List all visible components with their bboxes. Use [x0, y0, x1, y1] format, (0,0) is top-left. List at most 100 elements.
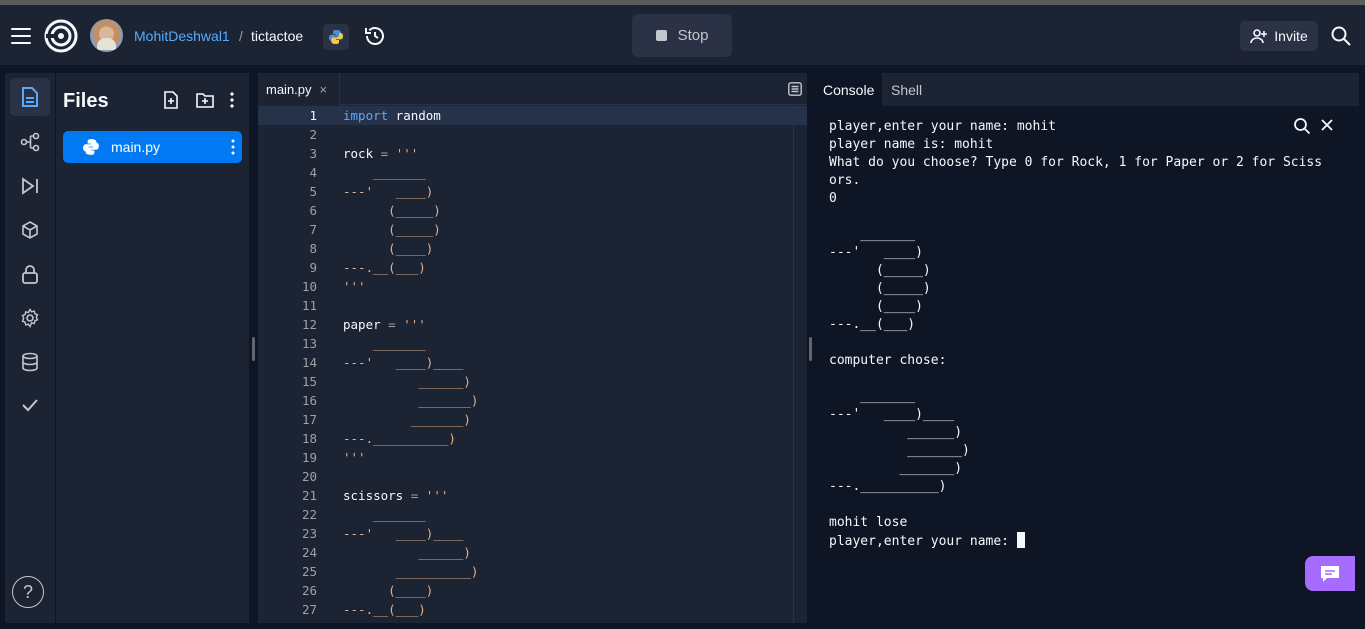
console-pane: Console Shell player,enter your name: mo… [815, 73, 1359, 623]
line-number: 13 [301, 336, 317, 351]
line-number: 8 [309, 241, 317, 256]
code-line[interactable]: 11 [258, 296, 807, 315]
invite-button[interactable]: Invite [1240, 21, 1318, 51]
file-item-main-py[interactable]: main.py [63, 131, 242, 163]
sidebar-item-packages[interactable] [10, 211, 50, 249]
console-output: player,enter your name: mohit player nam… [829, 118, 1322, 551]
tab-main-py[interactable]: main.py × [258, 73, 340, 106]
sidebar-item-files[interactable] [10, 78, 50, 116]
code-area[interactable]: 1 import random 2 3 rock = ''' 4 _______ 5 ---'… [258, 106, 807, 619]
code-line[interactable]: 25 __________) [258, 562, 807, 581]
code-line[interactable]: 10 ''' [258, 277, 807, 296]
line-number: 23 [301, 526, 317, 541]
code-text: ---' ____)____ [343, 526, 464, 541]
code-line[interactable]: 5 ---' ____) [258, 182, 807, 201]
editor-menu-icon[interactable] [788, 82, 802, 96]
code-line[interactable]: 21 scissors = ''' [258, 486, 807, 505]
line-number: 5 [309, 184, 317, 199]
code-line[interactable]: 3 rock = ''' [258, 144, 807, 163]
console-clear-icon[interactable] [1319, 117, 1335, 133]
invite-label: Invite [1274, 28, 1308, 44]
code-line[interactable]: 24 ______) [258, 543, 807, 562]
stop-button[interactable]: Stop [632, 14, 732, 57]
line-number: 11 [301, 298, 317, 313]
code-text: (____) [343, 241, 434, 256]
code-text: _______) [343, 393, 479, 408]
avatar[interactable] [90, 19, 123, 52]
code-line[interactable]: 2 [258, 125, 807, 144]
console-text: player,enter your name: mohit player nam… [829, 119, 1323, 549]
search-icon[interactable] [1330, 25, 1352, 47]
username-link[interactable]: MohitDeshwal1 [134, 28, 230, 44]
help-button[interactable]: ? [12, 576, 44, 608]
line-number: 25 [301, 564, 317, 579]
package-icon [22, 221, 38, 239]
code-line[interactable]: 17 _______) [258, 410, 807, 429]
tab-shell[interactable]: Shell [883, 73, 930, 106]
sidebar-item-tests[interactable] [10, 386, 50, 424]
file-name: main.py [111, 139, 161, 155]
code-line[interactable]: 7 (_____) [258, 220, 807, 239]
file-options-icon[interactable] [230, 138, 236, 156]
replit-logo-icon[interactable] [44, 19, 78, 53]
line-number: 7 [309, 222, 317, 237]
code-line[interactable]: 12 paper = ''' [258, 315, 807, 334]
chat-button[interactable] [1305, 556, 1355, 591]
code-line[interactable]: 15 ______) [258, 372, 807, 391]
code-text: (____) [343, 583, 434, 598]
code-line[interactable]: 13 _______ [258, 334, 807, 353]
line-number: 24 [301, 545, 317, 560]
line-number: 21 [301, 488, 317, 503]
code-line[interactable]: 23 ---' ____)____ [258, 524, 807, 543]
sidebar-item-secrets[interactable] [10, 255, 50, 293]
code-line[interactable]: 19 ''' [258, 448, 807, 467]
code-line[interactable]: 22 _______ [258, 505, 807, 524]
check-icon [22, 399, 38, 412]
code-line[interactable]: 18 ---.__________) [258, 429, 807, 448]
code-line[interactable]: 4 _______ [258, 163, 807, 182]
code-line[interactable]: 1 import random [258, 106, 807, 125]
code-line[interactable]: 20 [258, 467, 807, 486]
history-icon[interactable] [363, 24, 387, 48]
new-file-icon[interactable] [161, 90, 181, 110]
code-line[interactable]: 6 (_____) [258, 201, 807, 220]
editor-scrollbar-divider [793, 106, 794, 623]
code-text: __________) [343, 564, 479, 579]
sidebar-item-database[interactable] [10, 343, 50, 381]
line-number: 12 [301, 317, 317, 332]
chat-icon [1321, 565, 1339, 582]
sidebar-item-settings[interactable] [10, 299, 50, 337]
line-number: 2 [309, 127, 317, 142]
line-number: 27 [301, 602, 317, 617]
console-search-icon[interactable] [1293, 117, 1311, 135]
repl-name[interactable]: tictactoe [251, 28, 303, 44]
code-line[interactable]: 14 ---' ____)____ [258, 353, 807, 372]
code-line[interactable]: 27 ---.__(___) [258, 600, 807, 619]
more-options-icon[interactable] [222, 90, 242, 110]
workspace-header: MohitDeshwal1 / tictactoe Stop Invite [0, 5, 1365, 65]
python-language-badge[interactable] [323, 24, 349, 50]
console-tab-bar: Console Shell [815, 73, 1359, 106]
sidebar-item-debugger[interactable] [10, 167, 50, 205]
code-line[interactable]: 8 (____) [258, 239, 807, 258]
line-number: 26 [301, 583, 317, 598]
line-number: 19 [301, 450, 317, 465]
line-number: 22 [301, 507, 317, 522]
code-text: (_____) [343, 203, 441, 218]
text-cursor [1016, 532, 1025, 548]
resize-handle[interactable] [809, 337, 812, 361]
code-line[interactable]: 26 (____) [258, 581, 807, 600]
code-text: _______ [343, 507, 426, 522]
console-output-area[interactable]: player,enter your name: mohit player nam… [815, 106, 1359, 623]
code-line[interactable]: 16 _______) [258, 391, 807, 410]
code-text: ---' ____) [343, 184, 434, 199]
tab-console[interactable]: Console [815, 73, 883, 106]
line-number: 1 [309, 108, 317, 123]
close-tab-icon[interactable]: × [320, 82, 328, 97]
resize-handle[interactable] [252, 337, 255, 361]
line-number: 10 [301, 279, 317, 294]
menu-icon[interactable] [11, 28, 31, 44]
code-line[interactable]: 9 ---.__(___) [258, 258, 807, 277]
new-folder-icon[interactable] [195, 90, 215, 110]
sidebar-item-git[interactable] [10, 123, 50, 161]
